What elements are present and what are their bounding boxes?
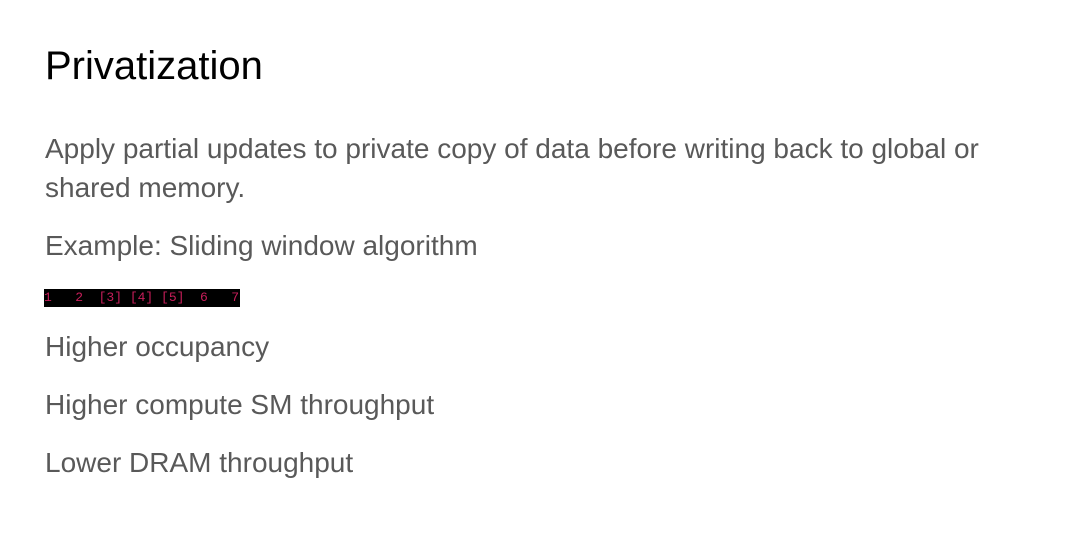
slide: Privatization Apply partial updates to p…: [0, 0, 1080, 539]
description-text: Apply partial updates to private copy of…: [45, 133, 979, 203]
point-occupancy: Higher occupancy: [45, 331, 270, 362]
slide-title: Privatization: [45, 44, 263, 88]
point-compute-throughput: Higher compute SM throughput: [45, 389, 435, 420]
point-dram-throughput: Lower DRAM throughput: [45, 447, 354, 478]
example-text: Example: Sliding window algorithm: [45, 230, 478, 261]
code-snippet: 1 2 [3] [4] [5] 6 7: [44, 289, 241, 307]
